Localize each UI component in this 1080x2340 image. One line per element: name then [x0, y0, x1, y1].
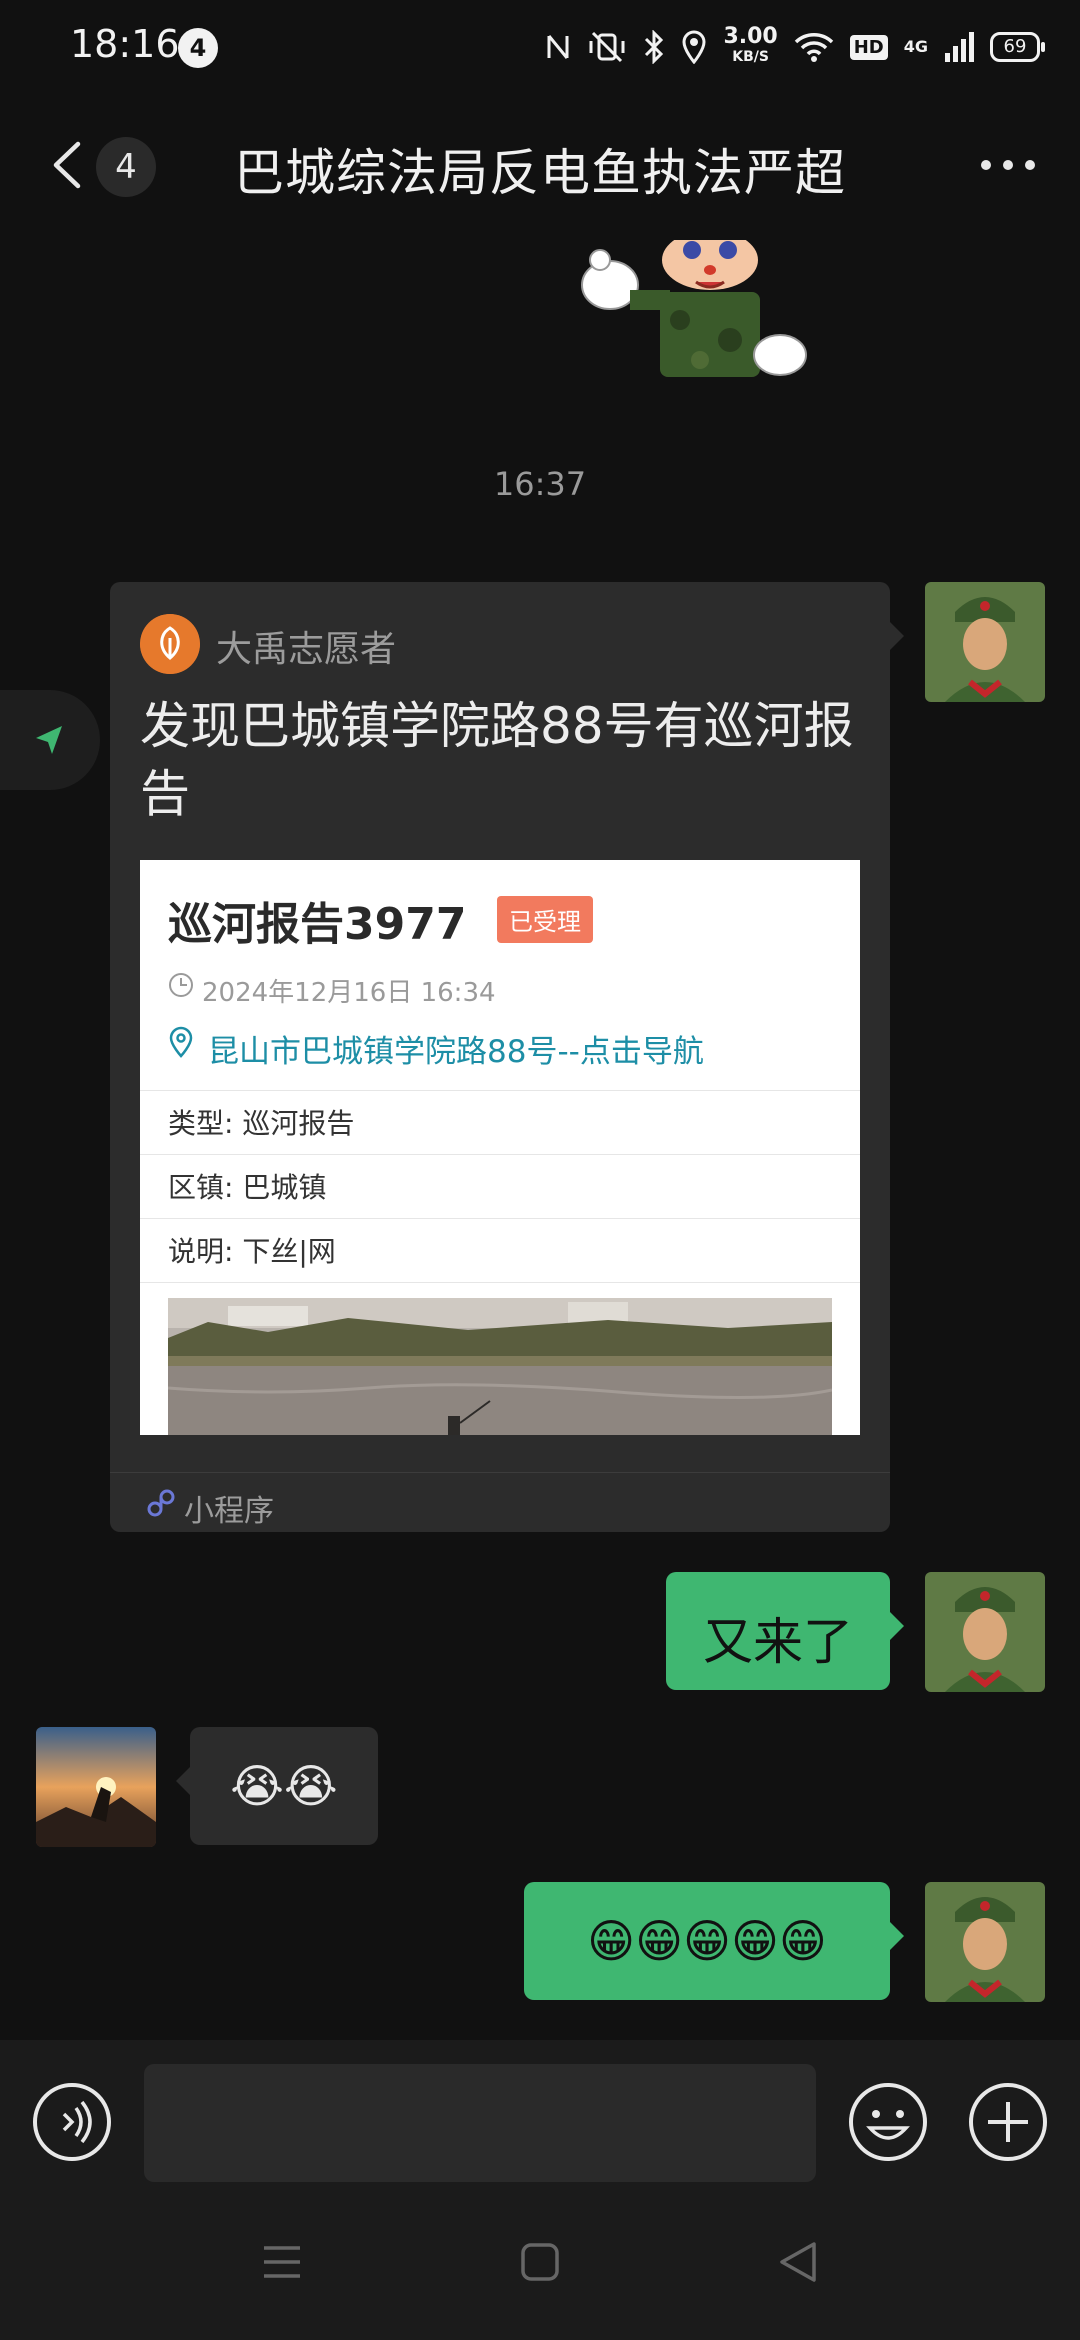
menu-icon[interactable]	[262, 2242, 302, 2282]
input-bar	[0, 2040, 1080, 2190]
location-status-icon	[682, 30, 706, 64]
bubble-tail	[890, 1612, 904, 1640]
report-location-link[interactable]: 昆山市巴城镇学院路88号--点击导航	[208, 1026, 704, 1071]
report-photo	[168, 1298, 832, 1435]
mini-program-card[interactable]: 大禹志愿者 发现巴城镇学院路88号有巡河报告 巡河报告3977 已受理 2024…	[110, 582, 904, 1532]
report-field-type: 类型: 巡河报告	[168, 1107, 355, 1140]
message-timestamp: 16:37	[493, 465, 587, 503]
report-date: 2024年12月16日 16:34	[202, 978, 496, 1008]
home-icon[interactable]	[520, 2242, 560, 2282]
status-icons: 3.00 KB/S HD 4G 69	[545, 22, 1045, 72]
avatar[interactable]	[925, 1572, 1045, 1692]
system-nav-bar	[0, 2190, 1080, 2340]
card-footer-divider	[110, 1472, 890, 1473]
status-badge: 已受理	[497, 896, 593, 943]
nfc-icon	[547, 35, 569, 59]
report-field-district: 区镇: 巴城镇	[168, 1171, 327, 1204]
divider	[140, 1282, 860, 1283]
share-button[interactable]	[0, 690, 100, 790]
mini-program-icon	[147, 1489, 175, 1517]
signal-icon	[945, 32, 974, 62]
network-type: 4G	[903, 37, 928, 56]
bubble-tail	[890, 1922, 904, 1950]
emoji-icon[interactable]	[848, 2082, 928, 2162]
mini-program-label: 小程序	[184, 1494, 274, 1529]
more-icon[interactable]	[978, 155, 1038, 175]
share-arrow-icon	[36, 726, 62, 754]
contact-avatar[interactable]	[36, 1727, 156, 1847]
chat-header: 4 巴城综法局反电鱼执法严超	[0, 95, 1080, 235]
network-speed: 3.00 KB/S	[723, 24, 778, 66]
report-preview: 巡河报告3977 已受理 2024年12月16日 16:34 昆山市巴城镇学院路…	[140, 860, 860, 1435]
message-bubble-received[interactable]: 😭😭	[176, 1727, 378, 1845]
chat-title: 巴城综法局反电鱼执法严超	[234, 144, 846, 202]
battery-level: 69	[990, 32, 1045, 62]
location-icon	[169, 1026, 193, 1058]
message-input[interactable]	[144, 2064, 816, 2182]
bubble-tail	[890, 622, 904, 650]
bubble-tail	[176, 1767, 190, 1795]
status-time: 18:16	[70, 22, 180, 66]
sticker-image[interactable]	[560, 240, 830, 380]
voice-icon[interactable]	[32, 2082, 112, 2162]
divider	[140, 1218, 860, 1219]
clock-icon	[169, 973, 193, 997]
bluetooth-icon	[645, 30, 664, 64]
mini-program-title: 发现巴城镇学院路88号有巡河报告	[140, 697, 854, 823]
notification-count-badge: 4	[178, 28, 218, 68]
status-bar: 18:16 4 3.00 KB/S HD 4G 69	[0, 0, 1080, 95]
divider	[140, 1090, 860, 1091]
mini-program-source: 大禹志愿者	[216, 629, 397, 670]
avatar[interactable]	[925, 582, 1045, 702]
vibrate-mute-icon	[589, 31, 625, 63]
message-bubble-sent[interactable]: 又来了	[666, 1572, 904, 1690]
hd-badge: HD	[849, 34, 888, 60]
nav-back-icon[interactable]	[778, 2240, 818, 2284]
message-emoji: 😭😭	[230, 1759, 338, 1813]
divider	[140, 1154, 860, 1155]
wifi-icon	[794, 33, 833, 62]
plus-icon[interactable]	[968, 2082, 1048, 2162]
avatar[interactable]	[925, 1882, 1045, 2002]
message-text: 又来了	[703, 1613, 853, 1671]
report-field-note: 说明: 下丝|网	[168, 1235, 336, 1268]
report-title: 巡河报告3977	[168, 899, 467, 950]
message-emoji: 😁😁😁😁😁	[587, 1914, 827, 1968]
source-logo-icon	[140, 614, 200, 674]
message-bubble-sent[interactable]: 😁😁😁😁😁	[524, 1882, 904, 2000]
